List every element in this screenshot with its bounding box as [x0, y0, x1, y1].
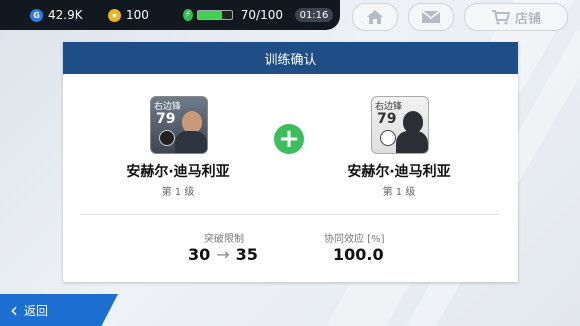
- status-bar: G 42.9K ★ 100 ⚡ 70/100 01:16: [0, 0, 340, 30]
- plus-icon: +: [274, 124, 304, 154]
- club-badge-icon: [159, 130, 175, 146]
- energy-bar: [196, 10, 233, 20]
- player-portrait: [182, 111, 202, 133]
- back-button[interactable]: ‹ 返回: [0, 294, 118, 326]
- silhouette-icon: [403, 111, 423, 133]
- energy-meter: ⚡ 70/100: [183, 6, 283, 24]
- breakthrough-label: 突破限制: [204, 234, 244, 245]
- divider: [80, 214, 500, 215]
- left-player-level: 第 1 级: [161, 187, 195, 198]
- shop-label: 店铺: [514, 11, 541, 27]
- chevron-left-icon: ‹: [10, 298, 18, 322]
- energy-value: 70/100: [240, 8, 283, 22]
- coin-value: 100: [126, 8, 149, 22]
- right-player-name: 安赫尔·迪马利亚: [347, 164, 451, 180]
- home-icon: [367, 10, 383, 24]
- player-rating: 79: [156, 111, 176, 127]
- dialog-title: 训练确认: [63, 42, 518, 74]
- energy-bolt-icon: ⚡: [183, 9, 193, 21]
- player-portrait-body: [175, 131, 207, 153]
- energy-timer: 01:16: [295, 8, 333, 22]
- coin-counter: ★ 100: [108, 6, 149, 24]
- right-player-card[interactable]: 右边锋 79: [371, 96, 429, 154]
- mail-button[interactable]: [408, 3, 454, 31]
- arrow-right-icon: →: [216, 245, 230, 264]
- gp-coin-icon: G: [30, 8, 43, 22]
- silhouette-body: [396, 131, 428, 153]
- synergy-value: 100.0: [333, 245, 384, 264]
- breakthrough-to: 35: [235, 245, 258, 264]
- cart-icon: [491, 10, 511, 25]
- shop-button[interactable]: 店铺: [464, 3, 568, 31]
- mail-icon: [421, 10, 441, 23]
- left-player-name: 安赫尔·迪马利亚: [126, 164, 230, 180]
- back-label: 返回: [24, 303, 49, 318]
- breakthrough-from: 30: [188, 245, 211, 264]
- home-button[interactable]: [352, 3, 398, 31]
- left-player-card[interactable]: 右边锋 79: [150, 96, 208, 154]
- coin-icon: ★: [108, 8, 121, 22]
- right-player-level: 第 1 级: [382, 187, 416, 198]
- gp-value: 42.9K: [48, 8, 83, 22]
- synergy-label: 协同效应 [%]: [324, 234, 385, 245]
- gp-counter: G 42.9K: [30, 6, 83, 24]
- breakthrough-value: 30 → 35: [188, 245, 258, 264]
- player-rating: 79: [377, 111, 397, 127]
- club-badge-icon: [380, 130, 396, 146]
